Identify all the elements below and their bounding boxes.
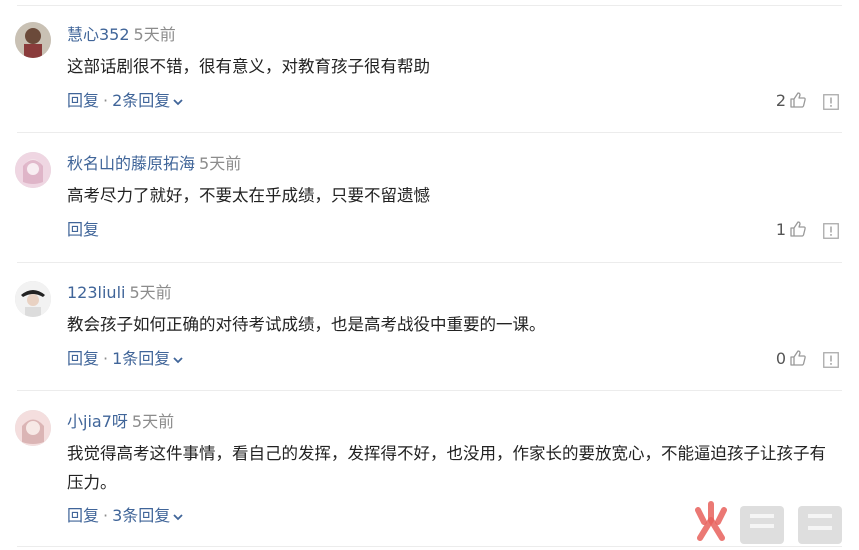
divider: [17, 262, 842, 263]
view-replies-button[interactable]: 3条回复: [112, 506, 184, 525]
timestamp: 5天前: [129, 283, 172, 302]
chevron-down-icon: [173, 513, 183, 520]
comment-meta: 小jia7呀 5天前: [67, 411, 174, 433]
separator: ·: [103, 349, 109, 368]
username[interactable]: 秋名山的藤原拓海: [67, 154, 195, 173]
comment-text: 教会孩子如何正确的对待考试成绩，也是高考战役中重要的一课。: [67, 315, 546, 334]
divider: [17, 132, 842, 133]
report-icon[interactable]: [823, 94, 839, 110]
like-button[interactable]: 0: [776, 348, 807, 370]
reply-button[interactable]: 回复: [67, 91, 99, 110]
like-count: 0: [775, 349, 786, 368]
comment-meta: 秋名山的藤原拓海 5天前: [67, 153, 241, 175]
avatar[interactable]: [15, 410, 51, 446]
report-icon[interactable]: [823, 352, 839, 368]
comment-actions: 回复 · 1条回复: [67, 348, 184, 370]
separator: ·: [103, 506, 109, 525]
comment-actions: 回复: [67, 219, 99, 241]
like-count: 2: [775, 91, 786, 110]
timestamp: 5天前: [199, 154, 242, 173]
comment-actions: 回复 · 2条回复: [67, 90, 184, 112]
username[interactable]: 小jia7呀: [67, 412, 128, 431]
separator: ·: [103, 91, 109, 110]
like-button[interactable]: 2: [776, 90, 807, 112]
reply-button[interactable]: 回复: [67, 349, 99, 368]
view-replies-button[interactable]: 1条回复: [112, 349, 184, 368]
like-count: 1: [775, 220, 786, 239]
username[interactable]: 123liuli: [67, 283, 125, 302]
reply-button[interactable]: 回复: [67, 220, 99, 239]
divider: [17, 390, 842, 391]
watermark-glyphs: [740, 506, 842, 544]
avatar[interactable]: [15, 22, 51, 58]
reply-button[interactable]: 回复: [67, 506, 99, 525]
avatar[interactable]: [15, 281, 51, 317]
comment-text: 高考尽力了就好，不要太在乎成绩，只要不留遗憾: [67, 186, 430, 205]
timestamp: 5天前: [133, 25, 176, 44]
comment-text: 这部话剧很不错，很有意义，对教育孩子很有帮助: [67, 57, 430, 76]
username[interactable]: 慧心352: [67, 25, 130, 44]
thumbs-up-icon: [790, 350, 806, 366]
flame-logo-icon: [695, 501, 727, 541]
thumbs-up-icon: [790, 92, 806, 108]
top-divider: [17, 5, 842, 6]
comment-meta: 慧心352 5天前: [67, 24, 176, 46]
avatar[interactable]: [15, 152, 51, 188]
thumbs-up-icon: [790, 221, 806, 237]
report-icon[interactable]: [823, 223, 839, 239]
like-button[interactable]: 1: [776, 219, 807, 241]
comment-actions: 回复 · 3条回复: [67, 505, 184, 527]
watermark-logo: [688, 498, 858, 550]
chevron-down-icon: [173, 356, 183, 363]
replies-count: 1条回复: [112, 349, 171, 368]
chevron-down-icon: [173, 98, 183, 105]
view-replies-button[interactable]: 2条回复: [112, 91, 184, 110]
timestamp: 5天前: [131, 412, 175, 431]
comment-meta: 123liuli 5天前: [67, 282, 172, 304]
replies-count: 3条回复: [112, 506, 171, 525]
replies-count: 2条回复: [112, 91, 171, 110]
comment-text: 我觉得高考这件事情，看自己的发挥，发挥得不好，也没用，作家长的要放宽心，不能逼迫…: [67, 444, 826, 492]
